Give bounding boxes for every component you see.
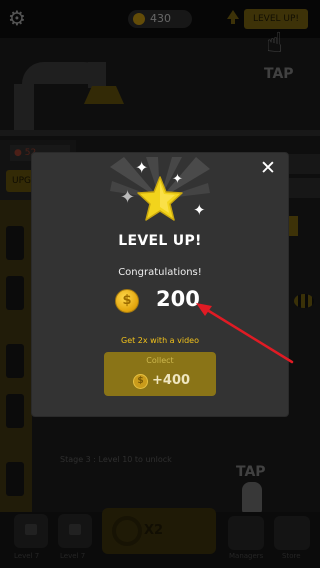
annotation-arrow — [196, 303, 294, 364]
dialog-title: LEVEL UP! — [118, 233, 202, 249]
sparkle-icon: ✦ — [193, 201, 206, 219]
level-up-dialog: ✕ ✦ ✦ ✦ ✦ LEVEL UP! Congratulations! 200… — [32, 153, 288, 416]
coin-icon — [115, 289, 139, 313]
sparkle-icon: ✦ — [120, 187, 136, 208]
sparkle-icon: ✦ — [172, 172, 183, 187]
close-icon[interactable]: ✕ — [257, 157, 279, 179]
congrats-message: Congratulations! — [118, 267, 202, 278]
sparkle-icon: ✦ — [135, 158, 149, 177]
collect-amount: +400 — [152, 373, 191, 388]
coin-icon — [133, 374, 148, 389]
